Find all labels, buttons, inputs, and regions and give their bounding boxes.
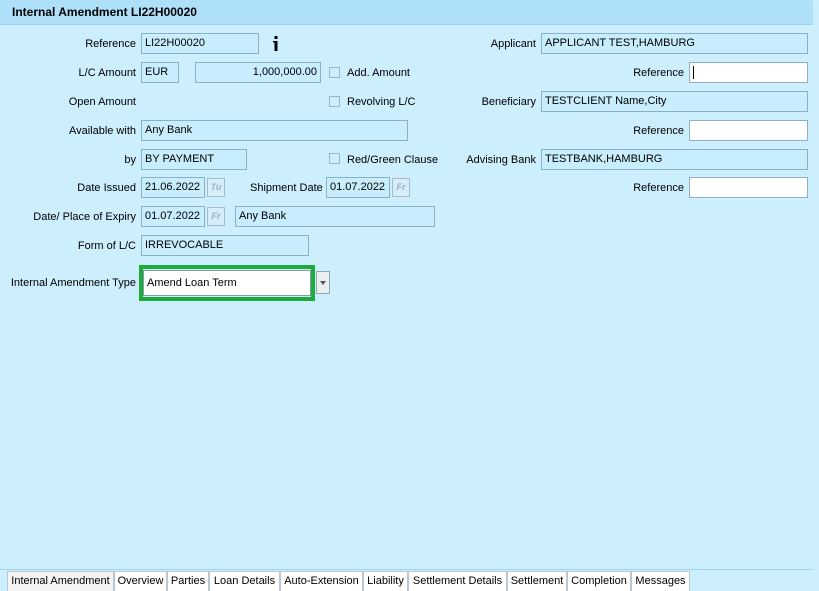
red-green-clause-label: Red/Green Clause (347, 154, 439, 166)
amendment-type-select[interactable]: Amend Loan Term (143, 270, 311, 296)
by-field[interactable]: BY PAYMENT (141, 149, 247, 170)
tab-liability[interactable]: Liability (363, 571, 408, 591)
tab-completion[interactable]: Completion (567, 571, 631, 591)
expiry-date-field[interactable]: 01.07.2022 (141, 206, 205, 227)
advising-reference-label: Reference (633, 182, 684, 194)
date-issued-field[interactable]: 21.06.2022 (141, 177, 205, 198)
revolving-label: Revolving L/C (347, 96, 416, 108)
tab-settlement[interactable]: Settlement (507, 571, 567, 591)
by-label: by (124, 154, 136, 166)
tab-settlement-details[interactable]: Settlement Details (408, 571, 507, 591)
revolving-checkbox[interactable] (329, 96, 340, 107)
info-icon[interactable] (272, 36, 280, 52)
applicant-label: Applicant (490, 38, 536, 50)
tab-auto-extension[interactable]: Auto-Extension (280, 571, 363, 591)
open-amount-label: Open Amount (68, 96, 136, 108)
available-with-field[interactable]: Any Bank (141, 120, 408, 141)
advising-bank-label: Advising Bank (466, 154, 536, 166)
shipment-date-label: Shipment Date (250, 182, 323, 194)
applicant-reference-input[interactable] (689, 62, 808, 83)
advising-reference-input[interactable] (689, 177, 808, 198)
add-amount-label: Add. Amount (347, 67, 410, 79)
beneficiary-reference-label: Reference (633, 125, 684, 137)
beneficiary-reference-input[interactable] (689, 120, 808, 141)
amendment-type-label: Internal Amendment Type (10, 277, 136, 289)
tab-internal-amendment[interactable]: Internal Amendment (7, 571, 114, 591)
chevron-down-icon[interactable] (316, 271, 330, 294)
applicant-field[interactable]: APPLICANT TEST,HAMBURG (541, 33, 808, 54)
red-green-clause-checkbox[interactable] (329, 153, 340, 164)
window-title: Internal Amendment LI22H00020 (12, 5, 197, 19)
expiry-label: Date/ Place of Expiry (33, 211, 136, 223)
form-of-lc-label: Form of L/C (77, 240, 136, 252)
amount-field[interactable]: 1,000,000.00 (195, 62, 321, 83)
shipment-date-field[interactable]: 01.07.2022 (326, 177, 390, 198)
beneficiary-label: Beneficiary (481, 96, 536, 108)
available-with-label: Available with (68, 125, 136, 137)
tab-loan-details[interactable]: Loan Details (209, 571, 280, 591)
tab-overview[interactable]: Overview (114, 571, 167, 591)
calendar-icon[interactable]: Fr (392, 178, 410, 197)
add-amount-checkbox[interactable] (329, 67, 340, 78)
lc-amount-label: L/C Amount (78, 67, 136, 79)
tab-bar: Internal Amendment Overview Parties Loan… (0, 569, 813, 591)
date-issued-label: Date Issued (77, 182, 136, 194)
currency-field[interactable]: EUR (141, 62, 179, 83)
expiry-place-field[interactable]: Any Bank (235, 206, 435, 227)
form-of-lc-field[interactable]: IRREVOCABLE (141, 235, 309, 256)
tab-parties[interactable]: Parties (167, 571, 209, 591)
beneficiary-field[interactable]: TESTCLIENT Name,City (541, 91, 808, 112)
reference-label: Reference (85, 38, 136, 50)
tab-messages[interactable]: Messages (631, 571, 690, 591)
reference-field[interactable]: LI22H00020 (141, 33, 259, 54)
title-bar: Internal Amendment LI22H00020 (0, 0, 813, 25)
advising-bank-field[interactable]: TESTBANK,HAMBURG (541, 149, 808, 170)
text-cursor (693, 66, 694, 79)
calendar-icon[interactable]: Tu (207, 178, 225, 197)
calendar-icon[interactable]: Fr (207, 207, 225, 226)
applicant-reference-label: Reference (633, 67, 684, 79)
